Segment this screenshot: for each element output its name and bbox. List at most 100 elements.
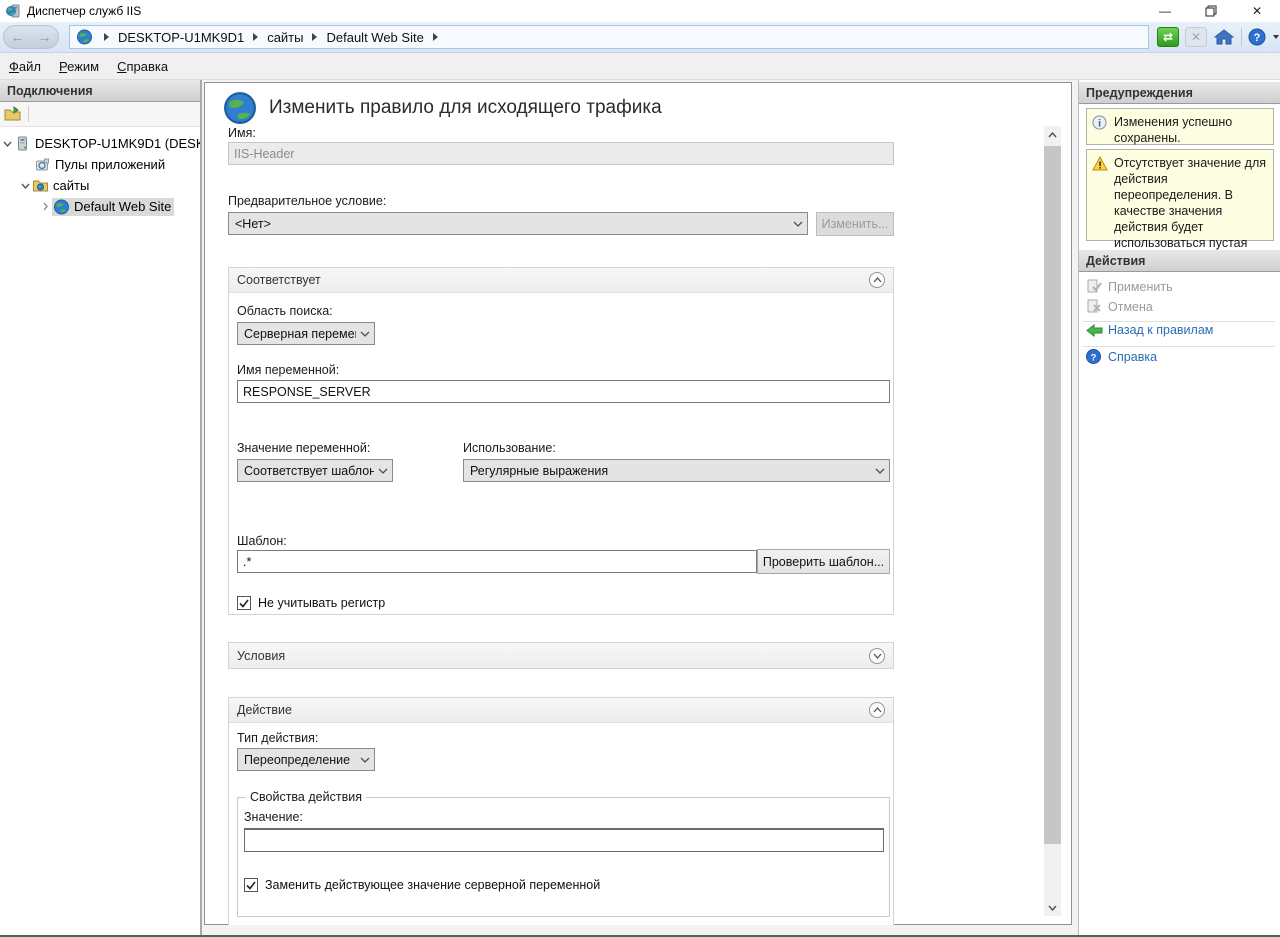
scope-label: Область поиска: [237,304,333,318]
action-section-title: Действие [237,703,292,717]
help-action[interactable]: ? Справка [1086,349,1157,364]
divider [1083,346,1275,347]
tree-item-label: Default Web Site [74,199,171,214]
chevron-down-icon [871,468,889,474]
action-type-select[interactable]: Переопределение [237,748,375,771]
pattern-input[interactable] [237,550,757,573]
forward-icon[interactable]: → [38,29,52,45]
breadcrumb-item-server[interactable]: DESKTOP-U1MK9D1 [118,30,244,45]
ignore-case-checkbox[interactable] [237,596,251,610]
using-select[interactable]: Регулярные выражения [463,459,890,482]
chevron-down-icon [356,757,374,763]
restore-button[interactable] [1188,0,1234,22]
breadcrumb-item-site[interactable]: Default Web Site [326,30,423,45]
variable-value-select[interactable]: Соответствует шаблону [237,459,393,482]
collapse-icon[interactable] [869,272,885,288]
scope-select[interactable]: Серверная переменн [237,322,375,345]
sites-folder-icon [32,178,49,194]
alert-warning: Отсутствует значение для действия переоп… [1086,149,1274,241]
apply-icon [1086,279,1102,294]
using-label: Использование: [463,441,556,455]
back-icon[interactable]: ← [11,29,25,45]
feature-page: Изменить правило для исходящего трафика … [204,82,1072,925]
breadcrumb-arrow-icon [253,33,258,41]
save-connection-icon[interactable] [4,106,22,122]
home-icon[interactable] [1213,27,1235,47]
chevron-down-icon[interactable] [18,183,32,189]
test-pattern-button[interactable]: Проверить шаблон... [757,549,890,574]
precondition-value: <Нет> [235,217,789,231]
help-label: Справка [1108,350,1157,364]
help-icon: ? [1086,349,1101,364]
menu-help[interactable]: Справка [108,55,177,78]
precondition-select[interactable]: <Нет> [228,212,808,235]
edit-button: Изменить... [816,212,894,236]
name-label: Имя: [228,126,256,140]
scrollbar-thumb[interactable] [1044,146,1061,844]
replace-value-row: Заменить действующее значение серверной … [244,878,600,892]
connections-panel: Подключения [0,80,202,935]
tree-item-sites[interactable]: сайты [0,175,200,196]
close-button[interactable]: ✕ [1234,0,1280,22]
chevron-down-icon[interactable] [1272,34,1280,40]
match-section-header[interactable]: Соответствует [229,268,893,293]
tree-item-app-pools[interactable]: Пулы приложений [0,154,200,175]
alert-info-text: Изменения успешно сохранены. [1114,114,1269,139]
selected-tree-item[interactable]: Default Web Site [52,198,174,216]
alert-warning-text: Отсутствует значение для действия переоп… [1114,155,1269,235]
restart-icon[interactable]: ⇄ [1157,27,1179,47]
action-properties-group: Свойства действия Значение: Заменить дей… [237,797,890,917]
title-bar: Диспетчер служб IIS — ✕ [0,0,1280,22]
ignore-case-label: Не учитывать регистр [258,596,385,610]
alerts-header: Предупреждения [1079,82,1280,104]
breadcrumb[interactable]: DESKTOP-U1MK9D1 сайты Default Web Site [69,25,1149,49]
action-properties-title: Свойства действия [246,790,366,804]
conditions-section-title: Условия [237,649,285,663]
menu-bar: Файл Режим Справка [0,53,1280,80]
iis-manager-window: Диспетчер служб IIS — ✕ ← → DESKT [0,0,1280,937]
breadcrumb-item-sites[interactable]: сайты [267,30,303,45]
app-pools-icon [34,157,51,173]
chevron-down-icon [789,221,807,227]
test-pattern-label: Проверить шаблон... [763,555,884,569]
nav-buttons: ← → [3,25,59,49]
globe-icon [76,29,93,45]
vertical-scrollbar[interactable] [1044,126,1061,916]
breadcrumb-arrow-icon [433,33,438,41]
match-section: Соответствует Область поиска: Серверная … [228,267,894,615]
menu-view[interactable]: Режим [50,55,108,78]
tree-item-server[interactable]: DESKTOP-U1MK9D1 (DESKTOP [0,133,200,154]
variable-name-input[interactable] [237,380,890,403]
page-title: Изменить правило для исходящего трафика [269,97,662,119]
scroll-up-icon[interactable] [1044,126,1061,143]
apply-action: Применить [1086,279,1173,294]
tree-item-default-web-site[interactable]: Default Web Site [0,196,200,217]
back-to-rules-action[interactable]: Назад к правилам [1086,323,1213,337]
cancel-action: Отмена [1086,299,1153,314]
divider [1083,321,1275,322]
chevron-right-icon[interactable] [38,202,52,211]
minimize-button[interactable]: — [1142,0,1188,22]
expand-icon[interactable] [869,648,885,664]
stop-icon: ✕ [1185,27,1207,47]
action-type-value: Переопределение [244,753,356,767]
chevron-down-icon[interactable] [0,141,14,147]
replace-value-checkbox[interactable] [244,878,258,892]
window-title: Диспетчер служб IIS [27,4,141,18]
help-icon[interactable]: ? [1248,28,1266,46]
tree-item-label: DESKTOP-U1MK9D1 (DESKTOP [35,136,200,151]
replace-value-label: Заменить действующее значение серверной … [265,878,600,892]
divider [28,106,29,122]
scope-value: Серверная переменн [244,327,356,341]
action-section-header[interactable]: Действие [229,698,893,723]
conditions-section-header[interactable]: Условия [229,643,893,668]
tree-item-label: сайты [53,178,89,193]
actions-panel: Предупреждения i Изменения успешно сохра… [1078,80,1280,935]
scroll-down-icon[interactable] [1044,899,1061,916]
collapse-icon[interactable] [869,702,885,718]
chevron-down-icon [374,468,392,474]
actions-header: Действия [1079,250,1280,272]
menu-file[interactable]: Файл [0,55,50,78]
using-value-text: Регулярные выражения [470,464,871,478]
action-value-input[interactable] [244,828,884,852]
